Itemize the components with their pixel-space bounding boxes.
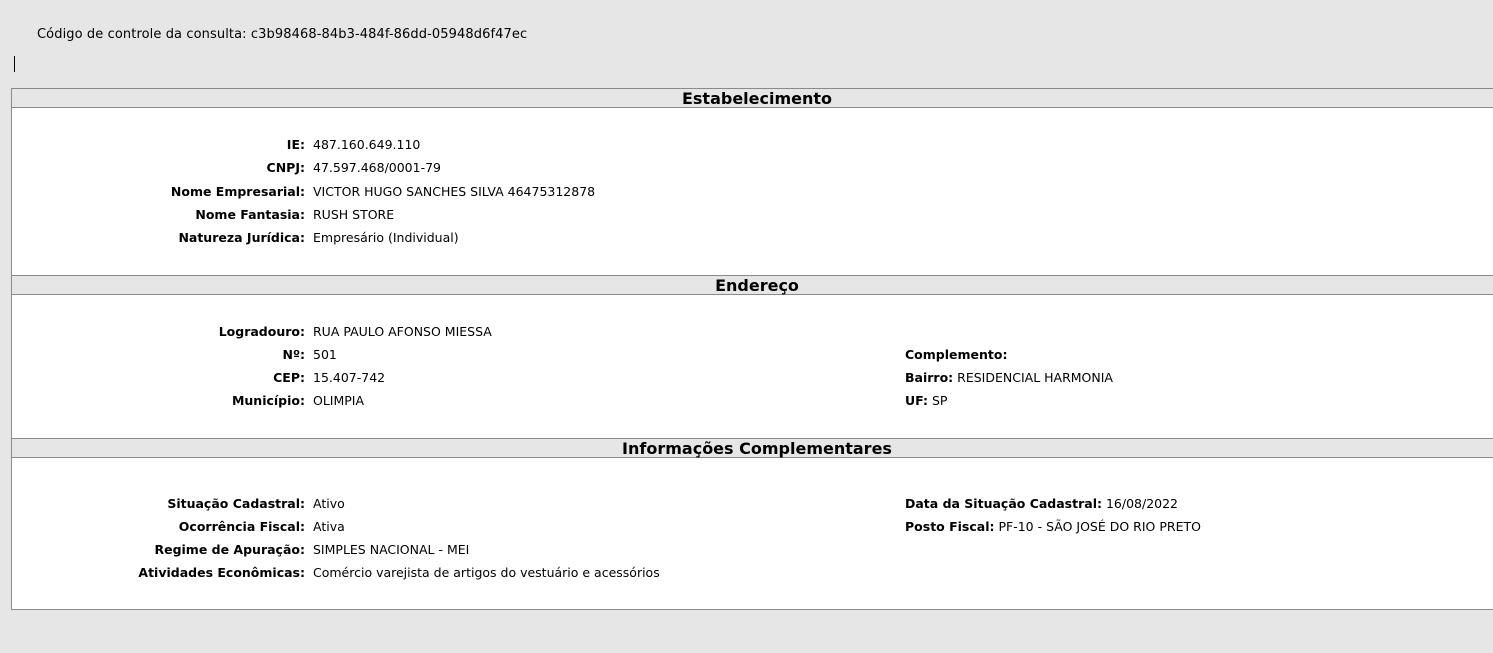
field-label: Posto Fiscal: — [905, 519, 995, 534]
field-label: Ocorrência Fiscal: — [178, 519, 305, 534]
field-label: Município: — [231, 393, 305, 408]
field-value: Ativa — [313, 519, 345, 534]
field-value: 47.597.468/0001-79 — [313, 160, 442, 175]
field-row-complemento: Complemento: — [905, 346, 1007, 364]
field-row-atividades-economicas: Atividades Econômicas: Comércio varejist… — [12, 564, 812, 582]
field-value: VICTOR HUGO SANCHES SILVA 46475312878 — [313, 184, 596, 199]
field-row-bairro: Bairro: RESIDENCIAL HARMONIA — [905, 369, 1113, 387]
control-code-value: c3b98468-84b3-484f-86dd-05948d6f47ec — [250, 27, 528, 42]
field-row-nome-empresarial: Nome Empresarial: VICTOR HUGO SANCHES SI… — [12, 183, 712, 201]
section-title-informacoes-complementares: Informações Complementares — [622, 439, 892, 458]
field-row-natureza-juridica: Natureza Jurídica: Empresário (Individua… — [12, 229, 712, 247]
field-row-regime-apuracao: Regime de Apuração: SIMPLES NACIONAL - M… — [12, 541, 712, 559]
field-label: Regime de Apuração: — [154, 542, 305, 557]
field-value: RUSH STORE — [313, 207, 395, 222]
field-row-posto-fiscal: Posto Fiscal: PF-10 - SÃO JOSÉ DO RIO PR… — [905, 518, 1201, 536]
text-caret — [14, 56, 15, 72]
field-label: UF: — [905, 393, 929, 408]
field-label: Complemento: — [905, 347, 1008, 362]
field-label: Logradouro: — [218, 324, 305, 339]
field-value: 15.407-742 — [313, 370, 386, 385]
section-header-estabelecimento: Estabelecimento — [12, 88, 1493, 108]
field-value: 501 — [313, 347, 337, 362]
field-value: 16/08/2022 — [1105, 496, 1179, 511]
control-code-label: Código de controle da consulta: — [37, 27, 247, 42]
field-row-municipio: Município: OLIMPIA — [12, 392, 712, 410]
control-code-line: Código de controle da consulta: c3b98468… — [37, 27, 527, 42]
field-label: IE: — [286, 137, 305, 152]
field-value: Ativo — [313, 496, 345, 511]
field-row-ie: IE: 487.160.649.110 — [12, 136, 712, 154]
field-row-uf: UF: SP — [905, 392, 947, 410]
field-value: Comércio varejista de artigos do vestuár… — [313, 565, 660, 580]
section-header-informacoes-complementares: Informações Complementares — [12, 438, 1493, 458]
field-label: Nome Fantasia: — [195, 207, 305, 222]
field-row-data-situacao-cadastral: Data da Situação Cadastral: 16/08/2022 — [905, 495, 1178, 513]
field-value: OLIMPIA — [313, 393, 365, 408]
field-row-situacao-cadastral: Situação Cadastral: Ativo — [12, 495, 712, 513]
field-label: Nº: — [282, 347, 305, 362]
field-label: CNPJ: — [266, 160, 305, 175]
field-value: SIMPLES NACIONAL - MEI — [313, 542, 470, 557]
field-row-cnpj: CNPJ: 47.597.468/0001-79 — [12, 159, 712, 177]
field-label: Situação Cadastral: — [167, 496, 305, 511]
field-value: RESIDENCIAL HARMONIA — [957, 370, 1113, 385]
field-label: Data da Situação Cadastral: — [905, 496, 1102, 511]
field-label: Natureza Jurídica: — [178, 230, 305, 245]
section-header-endereco: Endereço — [12, 275, 1493, 295]
field-value: 487.160.649.110 — [313, 137, 421, 152]
section-title-estabelecimento: Estabelecimento — [681, 89, 833, 108]
field-value: PF-10 - SÃO JOSÉ DO RIO PRETO — [998, 519, 1201, 534]
field-value: RUA PAULO AFONSO MIESSA — [313, 324, 492, 339]
field-row-ocorrencia-fiscal: Ocorrência Fiscal: Ativa — [12, 518, 712, 536]
field-label: CEP: — [273, 370, 305, 385]
section-title-endereco: Endereço — [715, 276, 799, 295]
field-value: Empresário (Individual) — [313, 230, 459, 245]
field-row-nome-fantasia: Nome Fantasia: RUSH STORE — [12, 206, 712, 224]
field-row-cep: CEP: 15.407-742 — [12, 369, 712, 387]
field-label: Atividades Econômicas: — [138, 565, 305, 580]
field-label: Nome Empresarial: — [170, 184, 305, 199]
consulta-panel: Estabelecimento IE: 487.160.649.110 CNPJ… — [11, 88, 1493, 610]
field-row-logradouro: Logradouro: RUA PAULO AFONSO MIESSA — [12, 323, 712, 341]
field-label: Bairro: — [905, 370, 954, 385]
field-row-numero: Nº: 501 — [12, 346, 712, 364]
field-value: SP — [932, 393, 948, 408]
